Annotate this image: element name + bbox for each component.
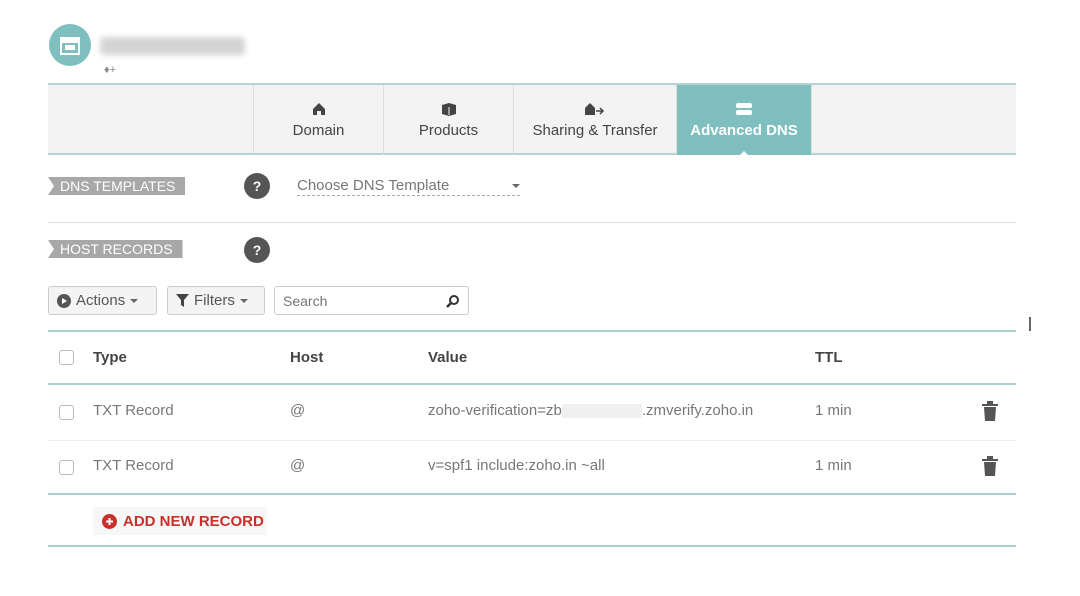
filters-button[interactable]: Filters [167, 286, 265, 315]
filter-icon [176, 294, 189, 307]
chevron-down-icon [512, 184, 520, 192]
trash-icon[interactable] [982, 456, 998, 476]
record-value: zoho-verification=zb .zmverify.zoho.in [428, 402, 753, 419]
record-ttl: 1 min [815, 402, 852, 419]
record-host: @ [290, 402, 305, 419]
value-suffix: .zmverify.zoho.in [642, 402, 753, 419]
record-value: v=spf1 include:zoho.in ~all [428, 457, 605, 474]
record-host: @ [290, 457, 305, 474]
tab-label: Domain [293, 122, 345, 139]
record-type: TXT Record [93, 402, 174, 419]
tab-label: Products [419, 122, 478, 139]
store-icon [58, 35, 82, 55]
record-type: TXT Record [93, 457, 174, 474]
add-new-record-label: ADD NEW RECORD [123, 513, 264, 530]
tab-advanced-dns[interactable]: Advanced DNS [676, 85, 811, 155]
home-icon [312, 102, 326, 116]
transfer-icon [585, 102, 605, 116]
tab-divider [811, 85, 812, 155]
tab-label: Sharing & Transfer [532, 122, 657, 139]
record-ttl: 1 min [815, 457, 852, 474]
caret-down-icon [240, 299, 248, 307]
play-circle-icon [57, 294, 71, 308]
domain-avatar [49, 24, 91, 66]
domain-name-blurred [100, 37, 245, 55]
value-prefix: zoho-verification=zb [428, 402, 562, 419]
text-cursor [1029, 317, 1031, 331]
column-header-type[interactable]: Type [93, 349, 127, 366]
dns-template-select[interactable]: Choose DNS Template [297, 176, 520, 196]
tab-products[interactable]: Products [383, 85, 513, 155]
host-records-label: HOST RECORDS [48, 240, 183, 258]
divider [48, 383, 1016, 385]
tab-label: Advanced DNS [690, 122, 798, 139]
row-checkbox[interactable] [59, 405, 74, 420]
domain-tab-bar: Domain Products Sharing & Transfer Advan… [48, 83, 1016, 155]
tag-add-icon[interactable]: ♦+ [104, 64, 116, 76]
divider [48, 545, 1016, 547]
table-top-border [48, 330, 1016, 332]
add-new-record-button[interactable]: ADD NEW RECORD [93, 507, 267, 535]
trash-icon[interactable] [982, 401, 998, 421]
column-header-value[interactable]: Value [428, 349, 467, 366]
box-icon [441, 102, 457, 116]
tab-sharing-transfer[interactable]: Sharing & Transfer [513, 85, 676, 155]
row-checkbox[interactable] [59, 460, 74, 475]
dns-templates-label: DNS TEMPLATES [48, 177, 185, 195]
column-header-host[interactable]: Host [290, 349, 323, 366]
column-header-ttl[interactable]: TTL [815, 349, 843, 366]
select-all-checkbox[interactable] [59, 350, 74, 365]
caret-down-icon [130, 299, 138, 307]
tab-domain[interactable]: Domain [253, 85, 383, 155]
redacted-value [562, 404, 642, 418]
server-icon [735, 102, 753, 116]
filters-label: Filters [194, 292, 235, 309]
divider [48, 222, 1016, 223]
search-icon[interactable] [446, 294, 460, 308]
dns-templates-help-icon[interactable]: ? [244, 173, 270, 199]
host-records-help-icon[interactable]: ? [244, 237, 270, 263]
actions-button[interactable]: Actions [48, 286, 157, 315]
actions-label: Actions [76, 292, 125, 309]
dns-template-value: Choose DNS Template [297, 177, 449, 194]
plus-circle-icon [102, 514, 117, 529]
divider [48, 440, 1016, 441]
divider [48, 493, 1016, 495]
search-input[interactable] [283, 293, 446, 309]
search-box[interactable] [274, 286, 469, 315]
